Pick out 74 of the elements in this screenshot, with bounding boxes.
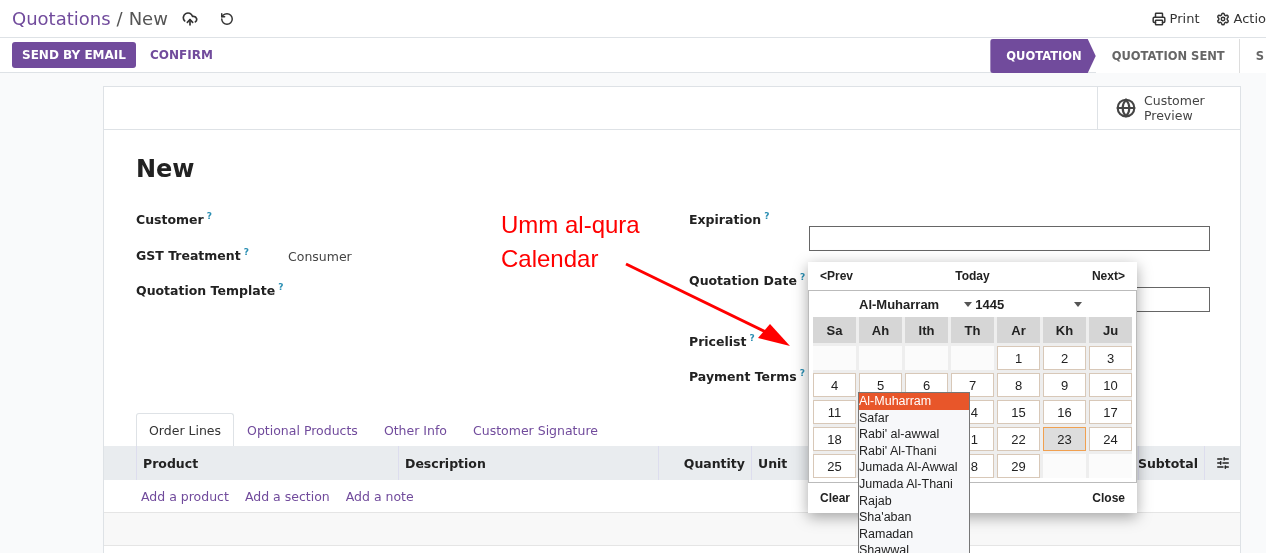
calendar-day[interactable]: 22 — [997, 427, 1040, 451]
record-title: New — [136, 155, 196, 183]
send-email-button[interactable]: SEND BY EMAIL — [12, 42, 136, 68]
calendar-day[interactable]: 18 — [813, 427, 856, 451]
settings-icon[interactable] — [1215, 456, 1230, 470]
close-link[interactable]: Close — [1092, 491, 1125, 505]
field-label: GST Treatment $^{?}$ — [136, 247, 250, 266]
globe-icon — [1116, 98, 1136, 118]
weekday-header: Ju — [1089, 317, 1132, 343]
form-tab[interactable]: Order Lines — [136, 413, 235, 446]
add-line-link[interactable]: Add a section — [244, 488, 330, 504]
print-button[interactable]: Print — [1151, 11, 1200, 26]
weekday-header: Ah — [859, 317, 902, 343]
action-button[interactable]: Actio — [1215, 11, 1266, 26]
calendar-day[interactable]: 10 — [1089, 373, 1132, 397]
date-input[interactable] — [809, 226, 1210, 251]
field-label: Quotation Date $^{?}$ — [689, 272, 807, 291]
confirm-button[interactable]: CONFIRM — [139, 42, 223, 68]
undo-icon[interactable] — [219, 11, 234, 26]
calendar-day[interactable]: 11 — [813, 400, 856, 424]
calendar-day[interactable]: 9 — [1043, 373, 1086, 397]
breadcrumb-current: New — [128, 8, 168, 29]
breadcrumb-link[interactable]: Quotations — [12, 8, 111, 29]
month-option[interactable]: Ramadan — [859, 525, 969, 543]
field-label: Customer $^{?}$ — [136, 211, 213, 230]
next-link[interactable]: Next> — [1091, 269, 1125, 283]
cloud-upload-icon[interactable] — [181, 10, 198, 27]
calendar-day[interactable]: 7 — [951, 373, 994, 397]
calendar-day[interactable]: 15 — [997, 400, 1040, 424]
calendar-day[interactable]: 25 — [813, 454, 856, 478]
weekday-header: Ith — [905, 317, 948, 343]
field-label: Payment Terms $^{?}$ — [689, 368, 806, 387]
status-stage[interactable]: QUOTATION SENT — [1095, 39, 1240, 73]
month-option[interactable]: Sha'aban — [859, 509, 969, 526]
month-select[interactable]: Al-Muharram — [859, 296, 940, 312]
month-option[interactable]: Rajab — [859, 492, 969, 510]
field-value[interactable]: Consumer — [288, 249, 352, 282]
calendar-day[interactable]: 2 — [1043, 346, 1086, 370]
month-option[interactable]: Al-Muharram — [859, 393, 969, 410]
column-header[interactable]: Product — [136, 446, 398, 480]
column-header[interactable]: Subtotal — [1138, 446, 1204, 480]
prev-link[interactable]: <Prev — [820, 269, 854, 283]
add-line-link[interactable]: Add a product — [141, 488, 229, 504]
breadcrumb-separator: / — [116, 8, 123, 29]
annotation-text: Umm al-qura — [501, 210, 640, 240]
caret-icon — [1074, 301, 1083, 307]
calendar-day[interactable]: 24 — [1089, 427, 1132, 451]
calendar-day[interactable]: 23 — [1043, 427, 1086, 451]
calendar-day[interactable]: 8 — [997, 373, 1040, 397]
annotation-text: Calendar — [501, 244, 600, 274]
calendar-day[interactable]: 3 — [1089, 346, 1132, 370]
column-header[interactable]: Description — [398, 446, 658, 480]
printer-icon — [1151, 11, 1166, 26]
calendar-day[interactable]: 16 — [1043, 400, 1086, 424]
weekday-header: Ar — [997, 317, 1040, 343]
year-select[interactable]: 1445 — [975, 296, 1005, 312]
gear-icon — [1215, 11, 1230, 26]
caret-icon — [964, 301, 973, 307]
month-option[interactable]: Jumada Al-Thani — [859, 475, 969, 493]
weekday-header: Sa — [813, 317, 856, 343]
calendar-day[interactable]: 4 — [813, 373, 856, 397]
calendar-day[interactable]: 17 — [1089, 400, 1132, 424]
field-label: Quotation Template $^{?}$ — [136, 282, 285, 301]
weekday-header: Th — [951, 317, 994, 343]
add-line-link[interactable]: Add a note — [345, 488, 414, 504]
status-stage[interactable]: QUOTATION — [990, 39, 1096, 73]
calendar-day[interactable]: 29 — [997, 454, 1040, 478]
calendar-day[interactable]: 1 — [997, 346, 1040, 370]
field-label: Pricelist $^{?}$ — [689, 333, 756, 352]
field-label: Expiration $^{?}$ — [689, 211, 771, 230]
weekday-header: Kh — [1043, 317, 1086, 343]
column-header[interactable]: Quantity — [658, 446, 751, 480]
clear-link[interactable]: Clear — [820, 491, 851, 505]
today-link[interactable]: Today — [955, 269, 990, 283]
